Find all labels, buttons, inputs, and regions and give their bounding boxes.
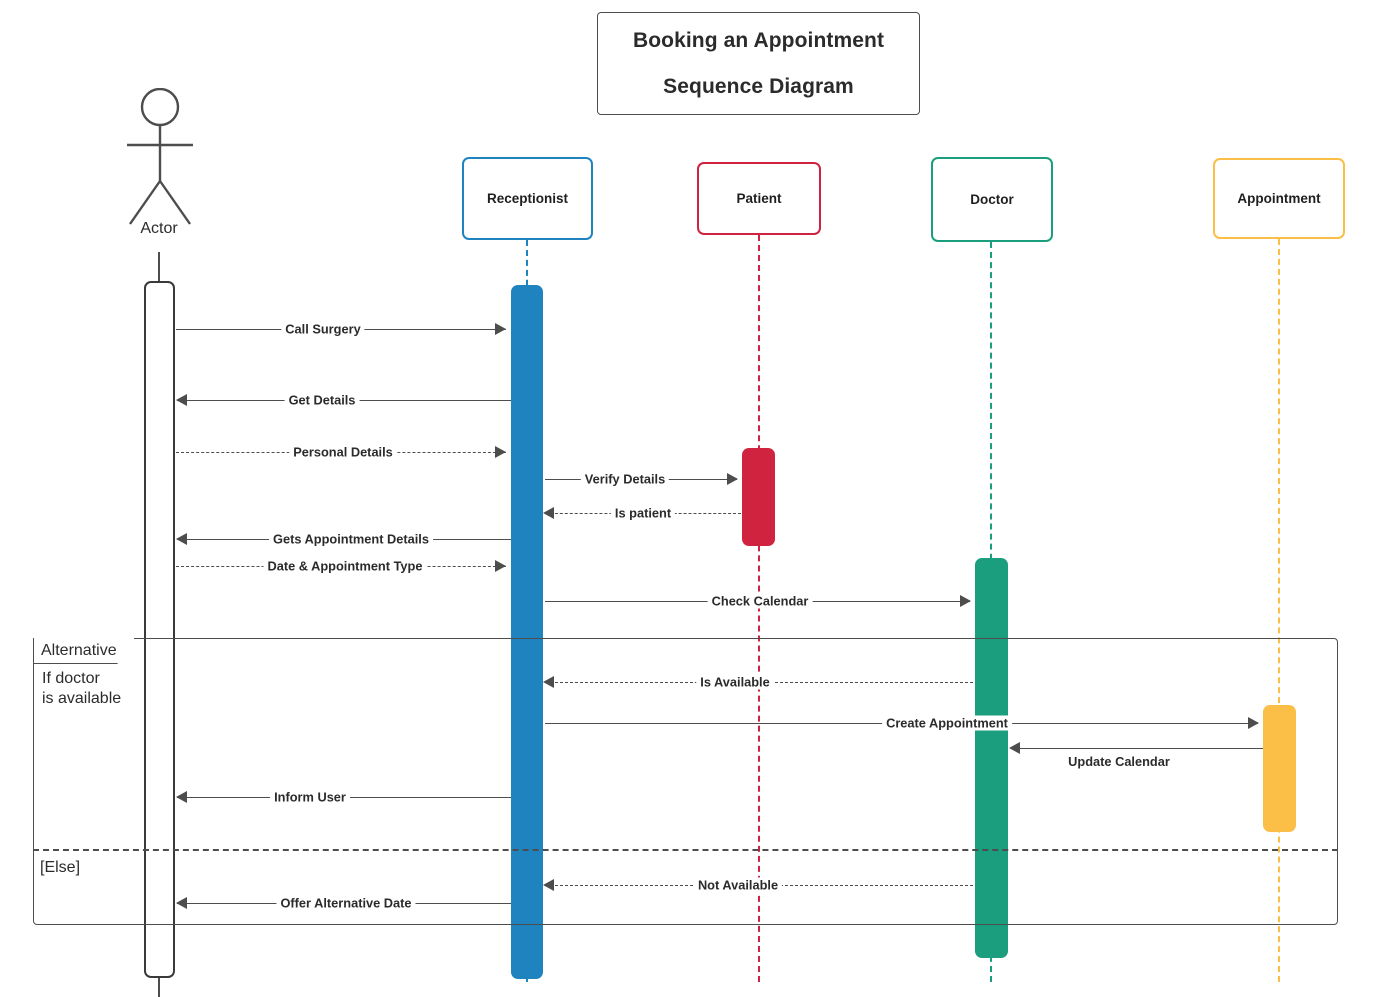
message-arrowhead-get-details [176, 394, 187, 406]
message-arrowhead-personal-details [495, 446, 506, 458]
diagram-title-box: Booking an Appointment Sequence Diagram [597, 12, 920, 115]
message-arrowhead-gets-appointment-details [176, 533, 187, 545]
message-arrowhead-offer-alternative-date [176, 897, 187, 909]
alt-fragment-operator-tag: Alternative [33, 638, 134, 664]
message-label-call-surgery: Call Surgery [281, 321, 365, 337]
message-arrowhead-update-calendar [1009, 742, 1020, 754]
participant-label-receptionist: Receptionist [486, 191, 568, 206]
alt-fragment-else-divider [33, 849, 1338, 851]
alt-fragment-guard: If doctor is available [42, 670, 122, 708]
actor-stick-figure [115, 87, 205, 228]
participant-box-receptionist[interactable]: Receptionist [462, 157, 593, 240]
message-label-date-appointment-type: Date & Appointment Type [263, 558, 427, 574]
message-label-get-details: Get Details [284, 392, 360, 408]
diagram-title-line-1: Booking an Appointment [632, 29, 885, 53]
message-arrowhead-date-appointment-type [495, 560, 506, 572]
diagram-title-line-2: Sequence Diagram [663, 74, 854, 98]
message-label-is-available: Is Available [696, 674, 774, 690]
message-label-is-patient: Is patient [610, 505, 676, 521]
alt-fragment-operator-label: Alternative [41, 641, 117, 659]
message-arrowhead-check-calendar [960, 595, 971, 607]
message-label-create-appointment: Create Appointment [882, 715, 1012, 731]
alt-fragment-else-label: [Else] [40, 859, 81, 876]
message-arrowhead-not-available [543, 879, 554, 891]
sequence-diagram-canvas: Booking an Appointment Sequence Diagram … [0, 0, 1385, 997]
participant-box-appointment[interactable]: Appointment [1213, 158, 1345, 239]
participant-box-patient[interactable]: Patient [697, 162, 821, 235]
message-label-inform-user: Inform User [270, 789, 350, 805]
message-label-gets-appointment-details: Gets Appointment Details [269, 531, 433, 547]
message-label-personal-details: Personal Details [289, 444, 397, 460]
message-label-verify-details: Verify Details [580, 471, 670, 487]
message-arrowhead-is-available [543, 676, 554, 688]
activation-bar-patient [742, 448, 775, 546]
message-arrowhead-verify-details [727, 473, 738, 485]
message-label-offer-alternative-date: Offer Alternative Date [276, 895, 416, 911]
message-label-update-calendar: Update Calendar [1068, 754, 1170, 769]
message-arrowhead-is-patient [543, 507, 554, 519]
message-arrowhead-inform-user [176, 791, 187, 803]
message-line-update-calendar [1011, 748, 1263, 749]
participant-box-doctor[interactable]: Doctor [931, 157, 1053, 242]
message-label-check-calendar: Check Calendar [707, 593, 813, 609]
participant-label-patient: Patient [736, 191, 782, 206]
message-arrowhead-create-appointment [1248, 717, 1259, 729]
participant-label-appointment: Appointment [1237, 191, 1321, 206]
participant-label-doctor: Doctor [970, 192, 1014, 207]
message-arrowhead-call-surgery [495, 323, 506, 335]
actor-label: Actor [140, 220, 178, 237]
message-label-not-available: Not Available [693, 877, 783, 893]
